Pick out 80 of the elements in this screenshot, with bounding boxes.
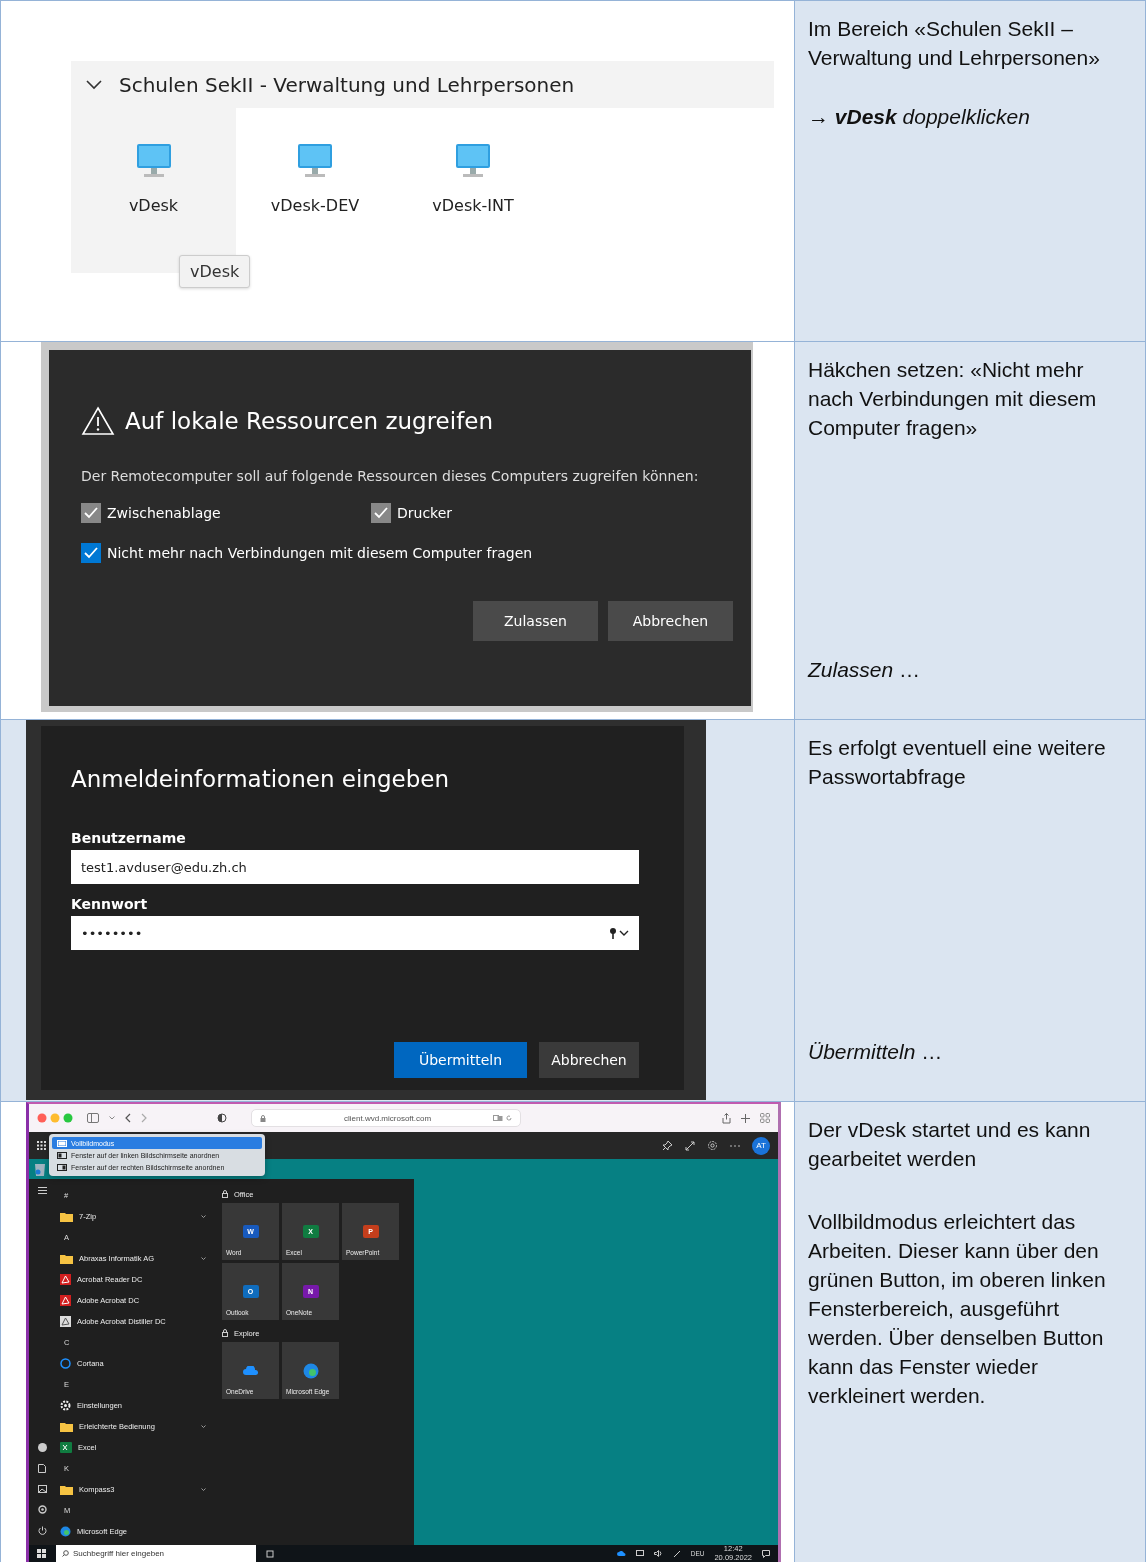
power-icon[interactable] [37,1526,47,1535]
chevron-down-icon[interactable] [201,1215,206,1218]
field-label: Kennwort [71,896,149,912]
checkbox-label: Zwischenablage [107,505,221,521]
pdf-icon [60,1316,71,1327]
expand-icon[interactable] [685,1140,695,1151]
instruction-text: Häkchen setzen: «Nicht mehr nach Verbindungen mit diesem Computer fragen» [808,357,1098,441]
notification-icon[interactable] [762,1549,770,1558]
app-launcher-icon[interactable] [37,1141,46,1150]
windows-logo-icon[interactable] [37,1549,46,1558]
pin-icon[interactable] [662,1140,673,1151]
field-label: Benutzername [71,830,187,846]
settings-icon [60,1400,71,1411]
chevron-down-icon[interactable] [109,1116,115,1120]
input-field[interactable]: •••••••• [71,916,639,950]
chevron-down-icon[interactable] [201,1488,206,1491]
cloud-icon [242,1366,259,1375]
warning-icon [81,406,115,436]
window-layout-icon [57,1151,67,1159]
instruction-text: Übermitteln … [808,1039,944,1066]
window-layout-icon [57,1163,67,1171]
dialog-title: Anmeldeinformationen eingeben [71,766,450,792]
search-field[interactable]: Suchbegriff hier eingeben [56,1545,256,1562]
folder-icon [60,1484,73,1495]
more-icon[interactable] [730,1144,740,1147]
lock-icon [222,1190,228,1198]
key-icon [609,927,629,939]
picture-icon[interactable] [37,1485,47,1493]
window-layout-icon [57,1139,67,1147]
instruction-text: Es erfolgt eventuell eine weitere Passwortabfrage [808,735,1107,790]
desktop-item[interactable]: vDesk-INT [394,108,552,273]
dialog-button[interactable]: Abbrechen [539,1042,639,1078]
browser-icon [60,1526,71,1537]
spreadsheet-icon [60,1442,72,1453]
pdf-icon [60,1274,71,1285]
folder-icon [60,1253,73,1264]
tabs-icon[interactable] [760,1113,770,1123]
dialog-description: Der Remotecomputer soll auf folgende Ressourcen dieses Computers zugreifen können: [81,467,700,486]
checkbox[interactable] [81,543,101,563]
search-icon [62,1550,69,1557]
pen-icon[interactable] [672,1549,681,1558]
dialog-button[interactable]: Übermitteln [394,1042,527,1078]
user-icon[interactable] [37,1443,47,1452]
speaker-icon[interactable] [653,1550,663,1557]
task-view-icon[interactable] [266,1549,275,1558]
document-icon[interactable] [38,1464,46,1473]
chevron-down-icon[interactable] [201,1257,206,1260]
avatar[interactable]: AT [752,1136,770,1155]
chevron-down-icon[interactable] [201,1425,206,1428]
menu-icon[interactable] [37,1187,47,1194]
translate-icon[interactable] [493,1115,503,1121]
tooltip: vDesk [179,255,251,288]
lock-icon [260,1114,266,1122]
dialog-button[interactable]: Zulassen [473,601,598,641]
back-icon[interactable] [125,1113,131,1123]
network-icon[interactable] [635,1550,644,1557]
instruction-text: → vDesk doppelklicken [808,103,1031,130]
dialog-button[interactable]: Abbrechen [608,601,733,641]
instruction-text: Im Bereich «Schulen SekII – Verwaltung und Lehrpersonen» [808,16,1101,71]
checkbox-label: Nicht mehr nach Verbindungen mit diesem Computer fragen [107,545,533,561]
checkbox-label: Drucker [397,505,453,521]
instruction-text: Zulassen … [808,657,922,684]
address-bar[interactable]: client.wvd.microsoft.com [251,1109,521,1127]
input-field[interactable]: test1.avduser@edu.zh.ch [71,850,639,884]
pdf-icon [60,1295,71,1306]
folder-icon [60,1421,73,1432]
lock-icon [222,1329,228,1337]
plus-icon[interactable] [741,1113,750,1123]
browser-icon [302,1362,319,1379]
settings-icon[interactable] [37,1505,47,1514]
settings-icon[interactable] [707,1140,718,1151]
dialog-title: Auf lokale Ressourcen zugreifen [125,408,493,434]
group-header[interactable]: Schulen SekII - Verwaltung und Lehrpersonen [71,61,774,108]
circle-icon [60,1358,71,1369]
instruction-text: Vollbildmodus erleichtert das Arbeiten. Dieser kann über den grünen Button, im oberen linken Fensterbereich, ausgeführt werden. Über denselben Button kann das Fenster wieder verkleinert werden. [808,1208,1107,1409]
folder-icon [60,1211,73,1222]
instruction-text: Der vDesk startet und es kann gearbeitet werden [808,1117,1092,1172]
share-icon[interactable] [722,1112,731,1124]
sidebar-icon[interactable] [87,1113,99,1123]
cloud-icon[interactable] [616,1551,626,1556]
